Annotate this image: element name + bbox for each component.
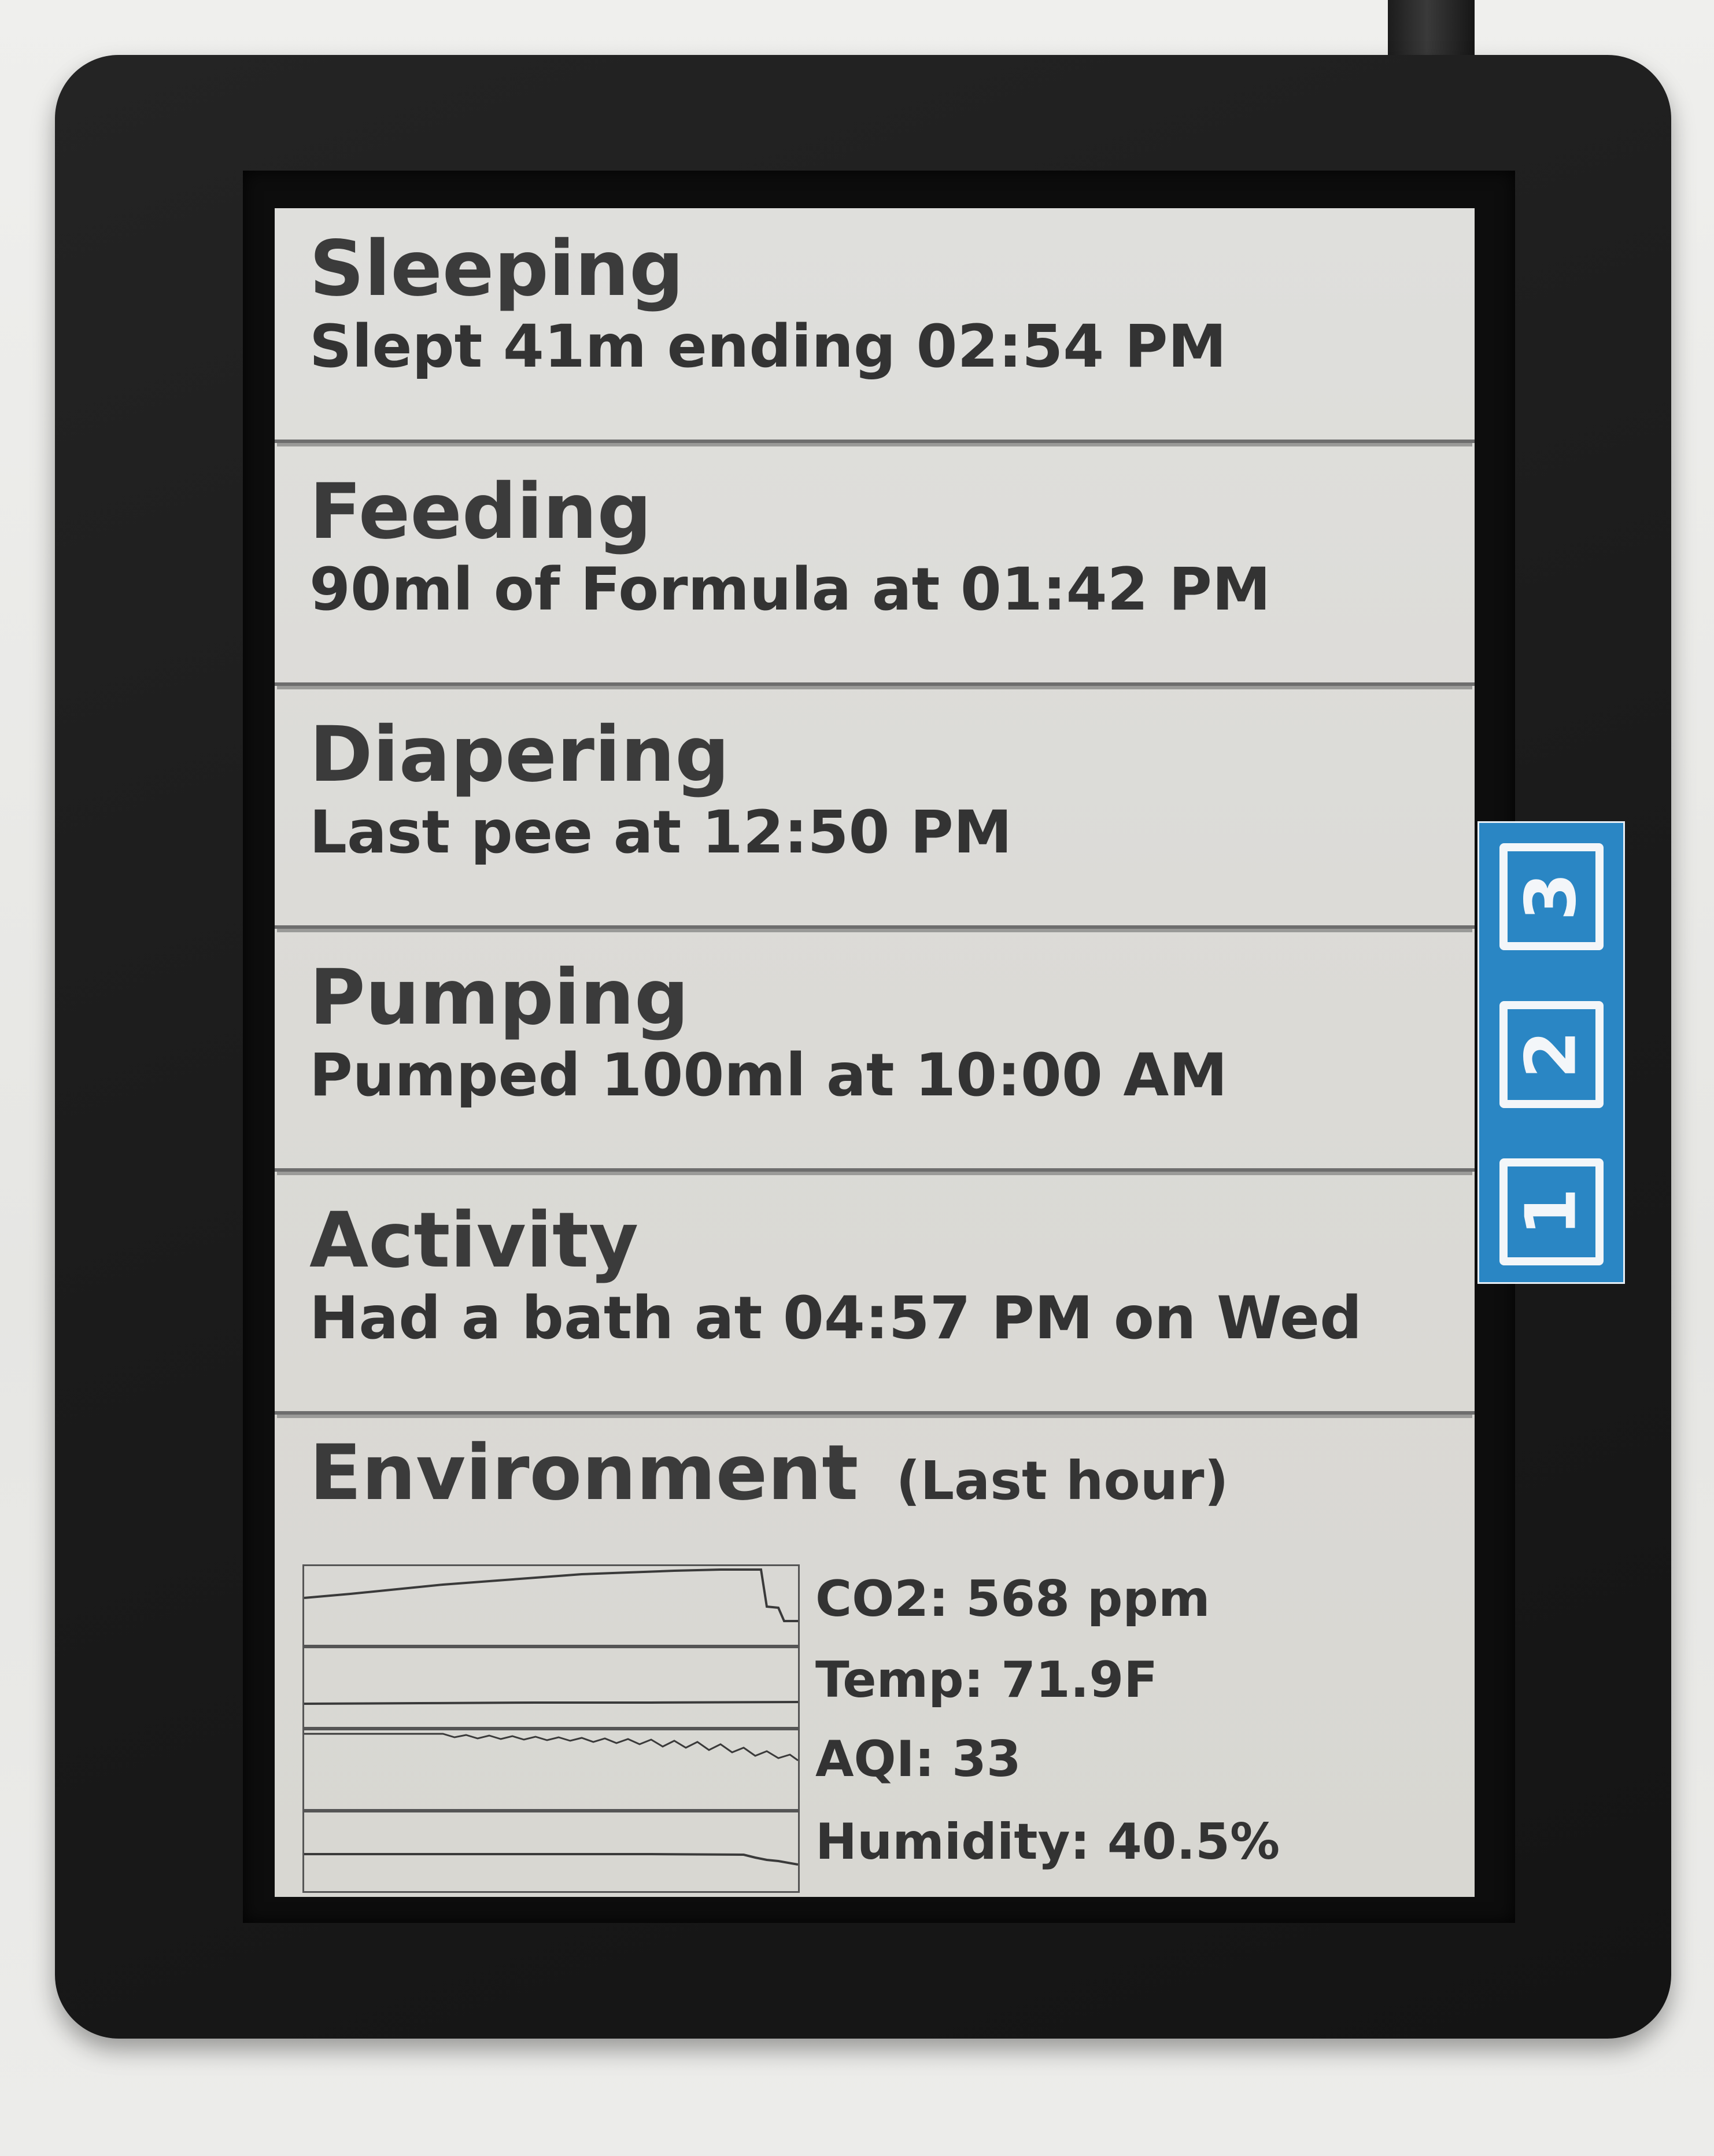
section-title: Feeding: [309, 467, 652, 556]
hardware-button-panel: 3 2 1: [1477, 821, 1625, 1284]
button-1-label: 1: [1511, 1187, 1592, 1236]
section-diapering: Diapering Last pee at 12:50 PM: [275, 694, 1475, 929]
eink-screen: Sleeping Slept 41m ending 02:54 PM Feedi…: [275, 208, 1475, 1897]
button-3[interactable]: 3: [1499, 843, 1604, 950]
section-sleeping: Sleeping Slept 41m ending 02:54 PM: [275, 208, 1475, 443]
section-title: Diapering: [309, 710, 730, 799]
section-detail: Pumped 100ml at 10:00 AM: [309, 1041, 1228, 1110]
section-detail: Last pee at 12:50 PM: [309, 798, 1013, 867]
co2-reading: CO2: 568 ppm: [815, 1570, 1210, 1628]
environment-title: Environment: [309, 1428, 859, 1518]
section-activity: Activity Had a bath at 04:57 PM on Wed: [275, 1180, 1475, 1415]
temp-sparkline: [302, 1646, 800, 1729]
button-1[interactable]: 1: [1499, 1158, 1604, 1265]
temp-reading: Temp: 71.9F: [815, 1651, 1158, 1709]
aqi-sparkline-line: [304, 1733, 798, 1762]
section-pumping: Pumping Pumped 100ml at 10:00 AM: [275, 937, 1475, 1172]
section-feeding: Feeding 90ml of Formula at 01:42 PM: [275, 451, 1475, 686]
section-title: Pumping: [309, 953, 689, 1042]
environment-header: Environment (Last hour): [309, 1428, 1229, 1518]
humidity-sparkline: [302, 1811, 800, 1893]
section-title: Sleeping: [309, 224, 684, 313]
section-detail: 90ml of Formula at 01:42 PM: [309, 555, 1271, 624]
section-detail: Slept 41m ending 02:54 PM: [309, 312, 1227, 381]
button-2[interactable]: 2: [1499, 1001, 1604, 1108]
humidity-reading: Humidity: 40.5%: [815, 1813, 1280, 1871]
aqi-sparkline: [302, 1729, 800, 1811]
button-3-label: 3: [1511, 872, 1592, 921]
section-title: Activity: [309, 1196, 639, 1285]
humidity-sparkline-line: [304, 1853, 798, 1866]
aqi-reading: AQI: 33: [815, 1730, 1021, 1788]
co2-sparkline-line: [304, 1568, 798, 1622]
temp-sparkline-line: [304, 1701, 798, 1705]
environment-subtitle: (Last hour): [896, 1450, 1229, 1512]
co2-sparkline: [302, 1564, 800, 1646]
section-detail: Had a bath at 04:57 PM on Wed: [309, 1284, 1362, 1353]
button-2-label: 2: [1511, 1030, 1592, 1079]
